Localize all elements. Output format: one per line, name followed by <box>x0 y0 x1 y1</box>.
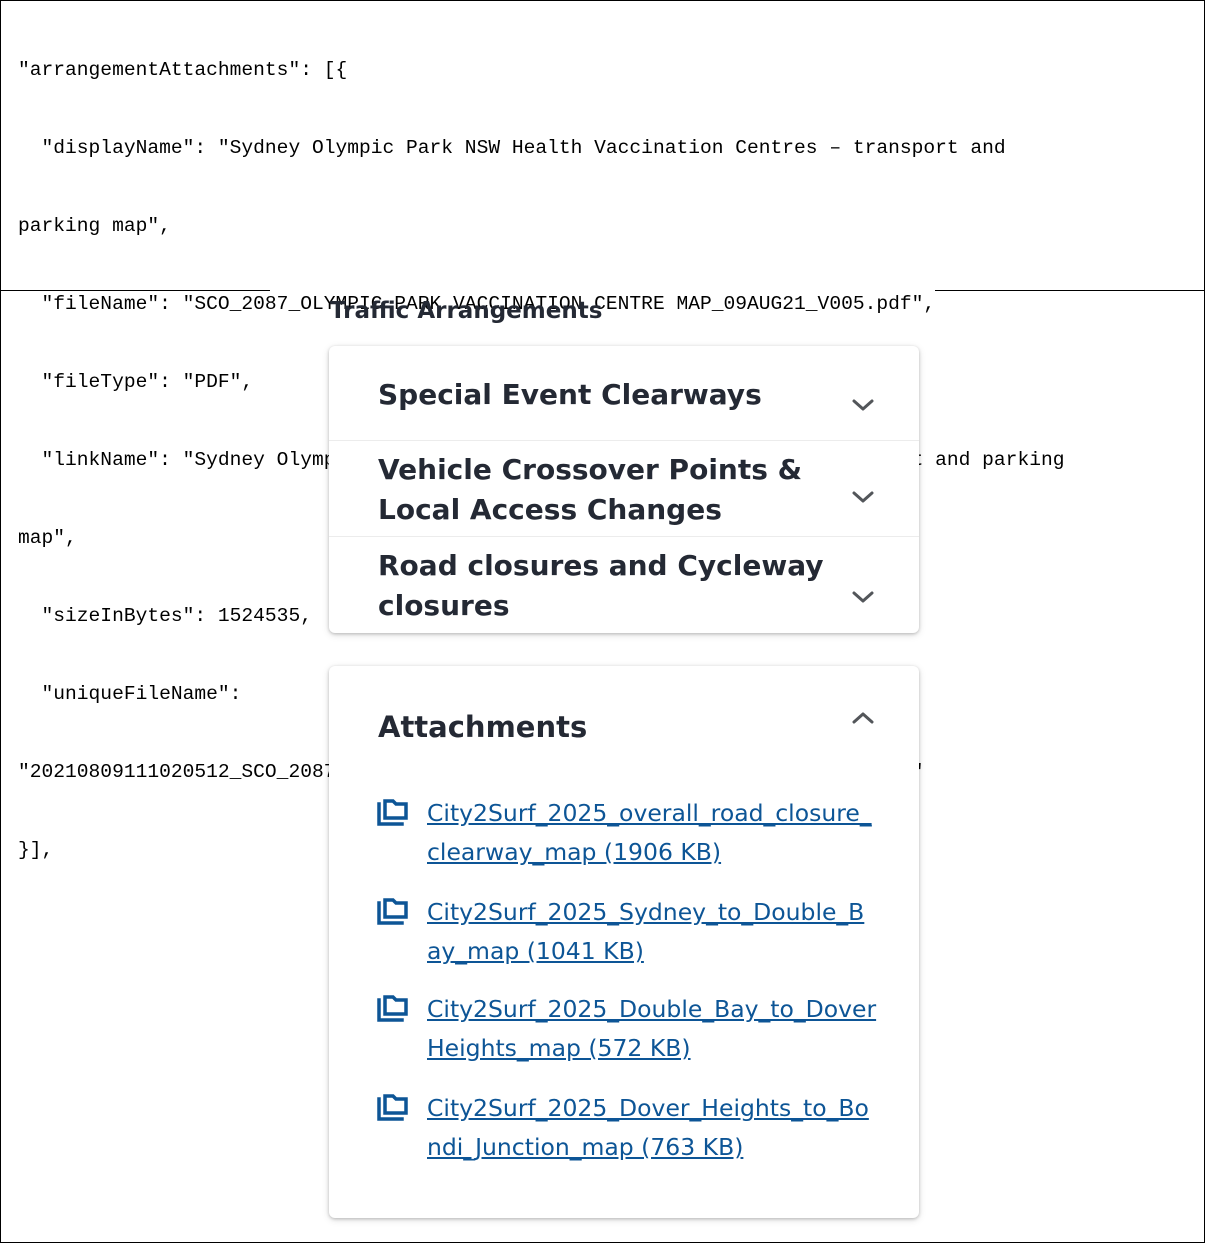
attachment-link[interactable]: City2Surf_2025_Sydney_to_Double_Bay_map … <box>427 893 877 971</box>
chevron-down-icon[interactable] <box>851 485 875 509</box>
attachment-item: City2Surf_2025_overall_road_closure_clea… <box>376 794 896 874</box>
attachment-item: City2Surf_2025_Dover_Heights_to_Bondi_Ju… <box>376 1089 896 1169</box>
traffic-accordion: Special Event Clearways Vehicle Crossove… <box>329 346 919 633</box>
code-line: parking map", <box>18 215 171 237</box>
attachment-link[interactable]: City2Surf_2025_overall_road_closure_clea… <box>427 794 877 872</box>
accordion-item-road-closures[interactable]: Road closures and Cycleway closures <box>329 537 919 633</box>
code-line: "displayName": "Sydney Olympic Park NSW … <box>18 137 1006 159</box>
file-copy-icon <box>376 897 410 927</box>
attachment-link[interactable]: City2Surf_2025_Double_Bay_to_Dover Heigh… <box>427 990 877 1068</box>
chevron-down-icon[interactable] <box>851 585 875 609</box>
attachments-heading[interactable]: Attachments <box>378 710 587 744</box>
attachment-item: City2Surf_2025_Sydney_to_Double_Bay_map … <box>376 893 896 973</box>
chevron-down-icon[interactable] <box>851 393 875 417</box>
section-title: Traffic Arrangements <box>330 298 603 324</box>
attachments-panel: Attachments City2Surf_2025_overall_road_… <box>329 666 919 1218</box>
code-line: "arrangementAttachments": [{ <box>18 59 348 81</box>
accordion-item-label: Special Event Clearways <box>378 378 762 411</box>
accordion-item-label: Vehicle Crossover Points & Local Access … <box>378 453 803 526</box>
file-copy-icon <box>376 994 410 1024</box>
chevron-up-icon[interactable] <box>851 706 875 730</box>
divider-gap <box>270 287 935 295</box>
file-copy-icon <box>376 798 410 828</box>
file-copy-icon <box>376 1093 410 1123</box>
accordion-item-label: Road closures and Cycleway closures <box>378 549 824 622</box>
accordion-item-vehicle-crossover[interactable]: Vehicle Crossover Points & Local Access … <box>329 441 919 537</box>
attachment-link[interactable]: City2Surf_2025_Dover_Heights_to_Bondi_Ju… <box>427 1089 877 1167</box>
accordion-item-special-event-clearways[interactable]: Special Event Clearways <box>329 346 919 441</box>
attachment-item: City2Surf_2025_Double_Bay_to_Dover Heigh… <box>376 990 896 1070</box>
code-snippet: "arrangementAttachments": [{ "displayNam… <box>1 1 1204 861</box>
